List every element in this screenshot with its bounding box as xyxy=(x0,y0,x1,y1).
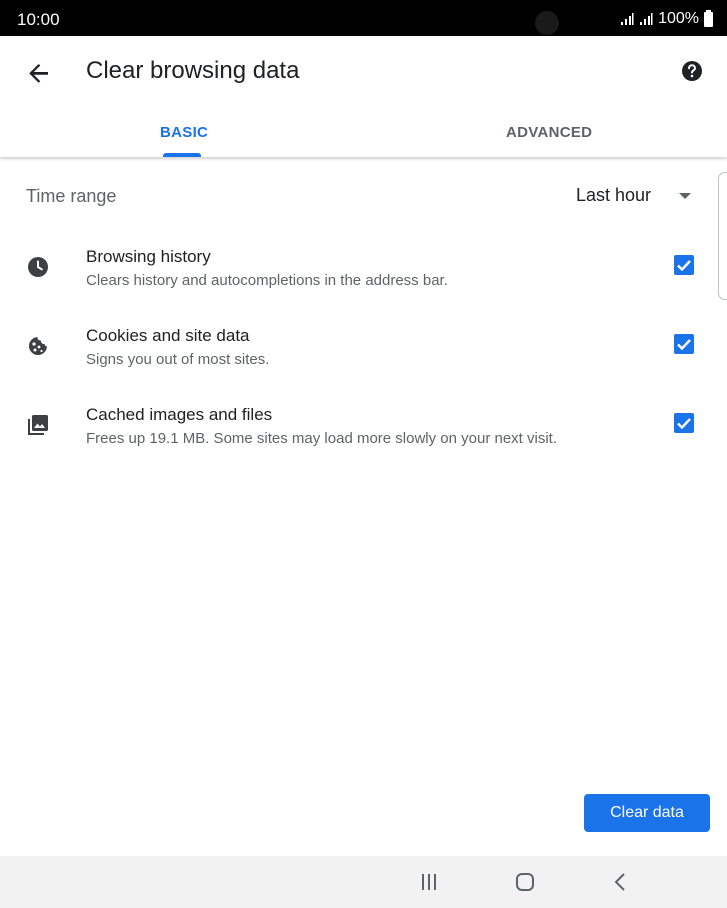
option-title: Cookies and site data xyxy=(86,326,250,345)
time-range-value: Last hour xyxy=(576,185,652,205)
option-title: Cached images and files xyxy=(86,405,273,424)
checkbox-browsing-history[interactable] xyxy=(674,255,694,275)
option-cached-images[interactable]: Cached images and files Frees up 19.1 MB… xyxy=(0,405,727,475)
time-range-label: Time range xyxy=(26,186,117,206)
navigation-bar xyxy=(0,856,727,908)
page-title: Clear browsing data xyxy=(86,57,300,84)
cookie-icon xyxy=(29,337,47,355)
tab-advanced[interactable]: ADVANCED xyxy=(506,124,592,141)
dropdown-arrow-icon xyxy=(679,192,692,199)
option-subtitle: Signs you out of most sites. xyxy=(86,351,270,368)
time-range-dropdown[interactable]: Last hour xyxy=(576,185,692,206)
battery-percent: 100% xyxy=(658,10,699,27)
tab-basic[interactable]: BASIC xyxy=(160,124,208,141)
home-icon[interactable] xyxy=(513,870,537,894)
option-subtitle: Frees up 19.1 MB. Some sites may load mo… xyxy=(86,430,558,447)
app-bar: Clear browsing data BASIC ADVANCED xyxy=(0,36,727,157)
option-subtitle: Clears history and autocompletions in th… xyxy=(86,272,448,289)
camera-cutout xyxy=(535,11,559,35)
help-icon[interactable] xyxy=(680,59,704,83)
signal-icon xyxy=(621,13,634,25)
clock-icon xyxy=(28,257,48,277)
status-time: 10:00 xyxy=(17,10,60,29)
checkbox-cached-images[interactable] xyxy=(674,413,694,433)
signal-icon-2 xyxy=(640,13,653,25)
status-bar: 10:00 100% xyxy=(0,0,727,36)
option-title: Browsing history xyxy=(86,247,211,266)
tab-selected-indicator xyxy=(163,153,201,157)
back-arrow-icon[interactable] xyxy=(24,58,54,88)
option-cookies[interactable]: Cookies and site data Signs you out of m… xyxy=(0,326,727,396)
status-indicators: 100% xyxy=(620,9,713,28)
back-nav-icon[interactable] xyxy=(609,870,633,894)
clear-data-button[interactable]: Clear data xyxy=(584,794,710,832)
image-icon xyxy=(28,415,48,435)
checkbox-cookies[interactable] xyxy=(674,334,694,354)
battery-icon xyxy=(704,9,713,27)
option-browsing-history[interactable]: Browsing history Clears history and auto… xyxy=(0,247,727,317)
recent-apps-icon[interactable] xyxy=(417,870,441,894)
